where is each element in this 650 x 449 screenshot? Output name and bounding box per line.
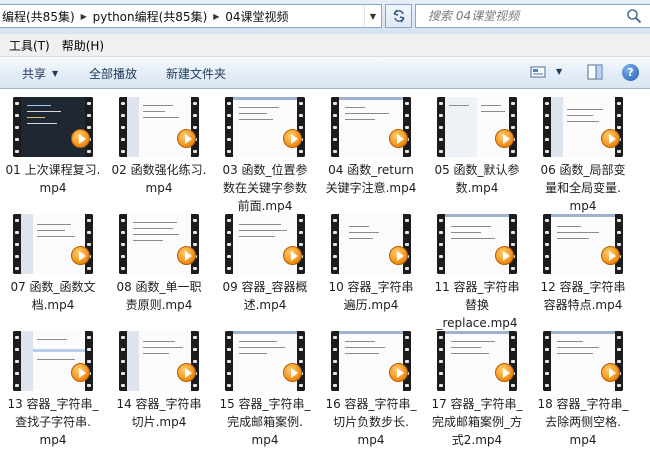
play-icon [71,363,90,382]
file-name: 13 容器_字符串_ 查找子字符串. mp4 [7,397,99,447]
file-name: 18 容器_字符串_ 去除两侧空格. mp4 [537,397,629,447]
video-thumbnail-icon [119,97,199,157]
video-thumbnail-icon [543,214,623,274]
video-thumbnail-icon [13,214,93,274]
video-thumbnail-icon [225,97,305,157]
file-name: 03 函数_位置参 数在关键字参数 前面.mp4 [222,163,308,213]
play-icon [601,246,620,265]
file-name: 04 函数_return 关键字注意.mp4 [325,163,417,195]
share-label: 共享 [22,66,47,81]
file-name: 02 函数强化练习. mp4 [111,163,207,195]
file-name: 12 容器_字符串 容器特点.mp4 [540,280,626,312]
breadcrumb-separator-icon[interactable]: ▶ [77,5,91,27]
play-icon [389,129,408,148]
address-bar[interactable]: 编程(共85集) ▶ python编程(共85集) ▶ 04课堂视频 [0,4,382,28]
play-icon [283,129,302,148]
play-icon [177,246,196,265]
file-name: 05 函数_默认参 数.mp4 [434,163,520,195]
video-thumbnail-icon [225,331,305,391]
menu-bar: 工具(T) 帮助(H) [0,34,650,57]
refresh-button[interactable] [385,4,412,28]
menu-help[interactable]: 帮助(H) [56,35,110,56]
menu-tools[interactable]: 工具(T) [3,35,56,56]
share-button[interactable]: 共享 ▼ [22,64,58,82]
breadcrumb-item[interactable]: 04课堂视频 [223,8,290,25]
video-thumbnail-icon [119,214,199,274]
video-thumbnail-icon [13,97,93,157]
file-name: 16 容器_字符串_ 切片负数步长. mp4 [325,397,417,447]
file-name: 08 函数_单一职 责原则.mp4 [116,280,202,312]
video-thumbnail-icon [331,331,411,391]
file-name: 15 容器_字符串_ 完成邮箱案例. mp4 [219,397,311,447]
play-all-button[interactable]: 全部播放 [89,64,137,82]
search-icon[interactable] [626,8,642,24]
video-thumbnail-icon [437,331,517,391]
play-icon [389,363,408,382]
breadcrumb-item[interactable]: python编程(共85集) [91,8,210,25]
new-folder-button[interactable]: 新建文件夹 [166,64,226,82]
video-thumbnail-icon [119,331,199,391]
play-icon [71,129,90,148]
video-thumbnail-icon [331,214,411,274]
file-name: 01 上次课程复习. mp4 [5,163,101,195]
file-name: 17 容器_字符串_ 完成邮箱案例_方 式2.mp4 [431,397,523,447]
play-icon [283,246,302,265]
chevron-down-icon: ▼ [52,68,59,78]
video-thumbnail-icon [225,214,305,274]
play-icon [495,129,514,148]
file-name: 06 函数_局部变 量和全局变量. mp4 [540,163,626,213]
command-toolbar: 共享 ▼ 全部播放 新建文件夹 ▼ ? [0,57,650,89]
video-thumbnail-icon [331,97,411,157]
refresh-icon [392,9,405,23]
video-thumbnail-icon [543,331,623,391]
play-icon [177,363,196,382]
video-thumbnail-icon [437,214,517,274]
file-list: 01 上次课程复习. mp4 02 函数强化练习. mp4 03 函数_位置参 … [0,89,650,448]
file-name: 11 容器_字符串 替换 _replace.mp4 [434,280,520,330]
video-thumbnail-icon [437,97,517,157]
breadcrumb-item[interactable]: 编程(共85集) [0,8,77,25]
help-icon[interactable]: ? [622,64,639,81]
file-name: 14 容器_字符串 切片.mp4 [116,397,202,429]
play-icon [283,363,302,382]
preview-pane-icon[interactable] [587,64,603,80]
search-input[interactable] [426,8,616,24]
play-icon [495,363,514,382]
file-name: 10 容器_字符串 遍历.mp4 [328,280,414,312]
play-icon [601,363,620,382]
play-icon [495,246,514,265]
video-thumbnail-icon [543,97,623,157]
play-icon [177,129,196,148]
view-options-icon[interactable] [530,64,546,80]
play-icon [389,246,408,265]
play-icon [71,246,90,265]
address-toolbar: 编程(共85集) ▶ python编程(共85集) ▶ 04课堂视频 ▼ [0,0,650,34]
search-box[interactable] [415,4,650,28]
file-name: 07 函数_函数文 档.mp4 [10,280,96,312]
breadcrumb-separator-icon[interactable]: ▶ [209,5,223,27]
chevron-down-icon[interactable]: ▼ [556,67,562,76]
file-name: 09 容器_容器概 述.mp4 [222,280,308,312]
video-thumbnail-icon [13,331,93,391]
address-history-dropdown-icon[interactable]: ▼ [364,5,381,27]
play-icon [601,129,620,148]
